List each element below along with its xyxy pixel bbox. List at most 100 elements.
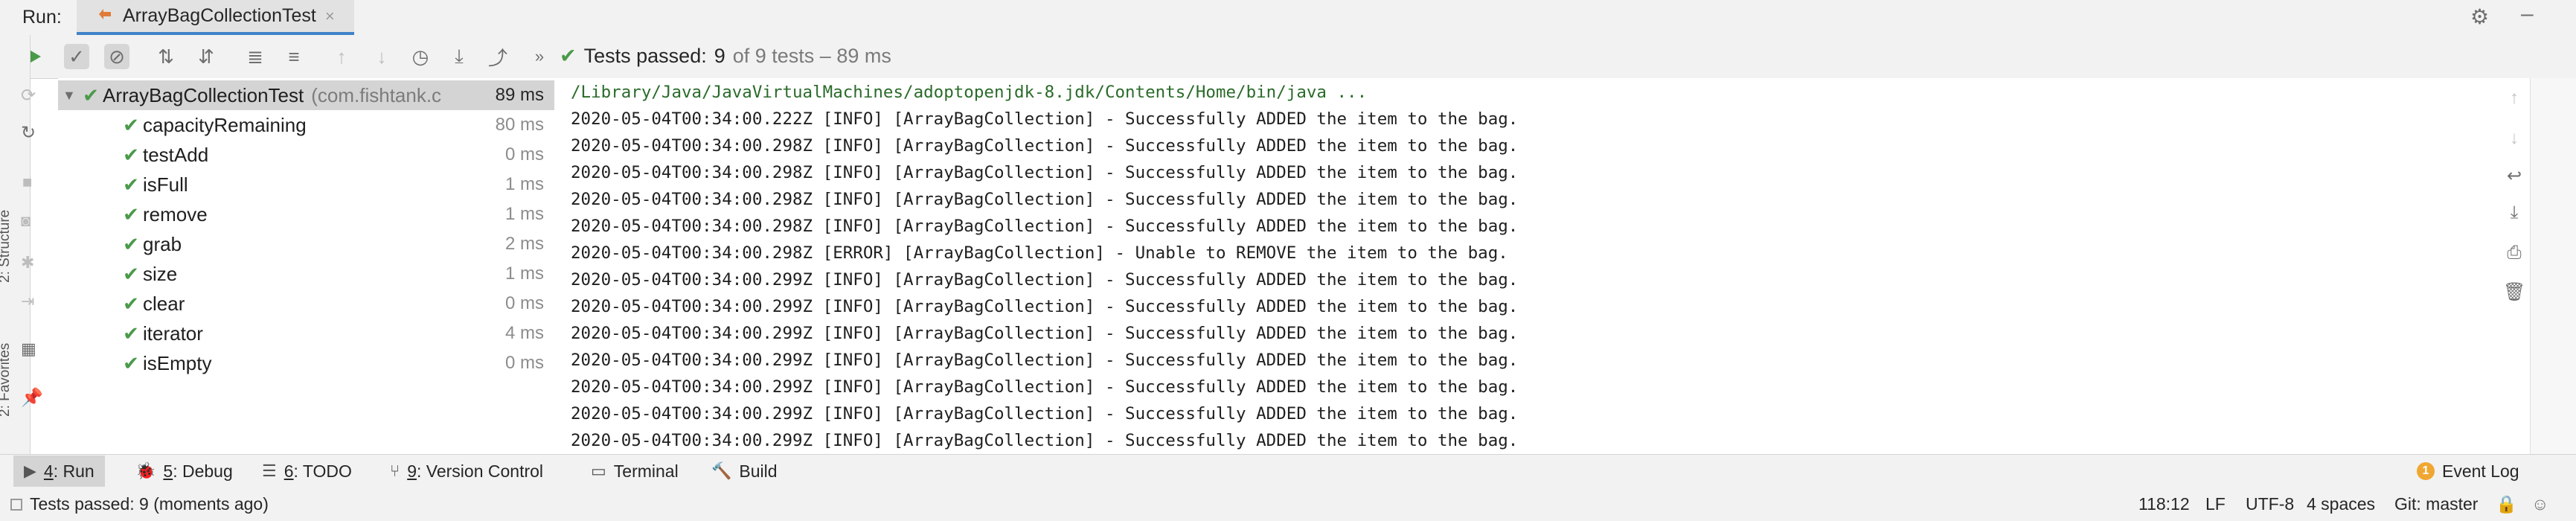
test-case-row[interactable]: ✔ grab 2 ms bbox=[58, 229, 554, 259]
show-passed-icon[interactable]: ✓ bbox=[64, 44, 89, 69]
check-icon: ✔ bbox=[560, 45, 577, 67]
console-log-line: 2020-05-04T00:34:00.299Z [INFO] [ArrayBa… bbox=[571, 431, 1519, 450]
collapse-all-icon[interactable]: ≡ bbox=[281, 44, 307, 69]
caret-position[interactable]: 118:12 bbox=[2138, 494, 2190, 514]
print-icon[interactable]: ⎙ bbox=[2503, 243, 2525, 263]
check-icon: ✔ bbox=[123, 173, 139, 196]
test-history-icon[interactable]: ◷ bbox=[408, 44, 433, 69]
minimize-icon[interactable]: – bbox=[2521, 1, 2534, 27]
clear-all-icon[interactable]: 🗑 bbox=[2503, 281, 2525, 303]
test-case-row[interactable]: ✔ iterator 4 ms bbox=[58, 319, 554, 348]
bottom-tab-version-control[interactable]: ⑂ 9: Version Control bbox=[379, 456, 554, 487]
test-case-duration: 1 ms bbox=[504, 263, 544, 284]
event-log-tab[interactable]: 1 Event Log bbox=[2417, 456, 2519, 487]
console-log-line: 2020-05-04T00:34:00.299Z [INFO] [ArrayBa… bbox=[571, 404, 1519, 423]
test-case-name: remove bbox=[143, 202, 208, 226]
todo-icon: ☰ bbox=[262, 461, 277, 480]
settings-icon[interactable]: ✱ bbox=[21, 253, 34, 272]
console-scrollbar[interactable] bbox=[2530, 78, 2576, 454]
test-class-name: ArrayBagCollectionTest bbox=[103, 83, 304, 106]
show-ignored-icon[interactable]: ⊘ bbox=[104, 44, 129, 69]
export-tests-icon[interactable]: ⤴ bbox=[485, 44, 510, 69]
lock-icon[interactable]: 🔒 bbox=[2496, 494, 2517, 514]
window-layout-icon[interactable] bbox=[10, 498, 22, 511]
gear-icon[interactable]: ⚙ bbox=[2470, 4, 2489, 29]
test-case-row[interactable]: ✔ size 1 ms bbox=[58, 259, 554, 289]
bottom-tab-todo[interactable]: ☰ 6: TODO bbox=[251, 456, 362, 487]
layout-icon[interactable]: ▦ bbox=[21, 339, 36, 359]
expand-all-icon[interactable]: ≣ bbox=[243, 44, 268, 69]
sort-by-duration-icon[interactable]: ⇵ bbox=[193, 44, 219, 69]
run-label: Run: bbox=[22, 7, 62, 28]
test-case-duration: 1 ms bbox=[504, 204, 544, 224]
status-suffix: of 9 tests – 89 ms bbox=[732, 45, 891, 67]
close-tab-icon[interactable]: × bbox=[325, 7, 335, 26]
test-case-row[interactable]: ✔ testAdd 0 ms bbox=[58, 140, 554, 170]
rerun-failed-icon[interactable]: ↻ bbox=[21, 122, 36, 144]
test-case-row[interactable]: ✔ capacityRemaining 80 ms bbox=[58, 110, 554, 140]
bottom-tab-build[interactable]: 🔨 Build bbox=[701, 456, 788, 487]
event-log-label: Event Log bbox=[2442, 461, 2519, 481]
status-count: 9 bbox=[714, 45, 725, 67]
console-log-line: 2020-05-04T00:34:00.222Z [INFO] [ArrayBa… bbox=[571, 109, 1519, 129]
bottom-tab-label: Terminal bbox=[614, 461, 679, 482]
run-config-tab-title: ArrayBagCollectionTest bbox=[123, 5, 316, 26]
test-case-row[interactable]: ✔ isFull 1 ms bbox=[58, 170, 554, 199]
scroll-to-end-icon[interactable]: ⤓ bbox=[2503, 202, 2525, 223]
test-case-row[interactable]: ✔ isEmpty 0 ms bbox=[58, 348, 554, 378]
bottom-tab-run[interactable]: ▶ 4: Run bbox=[13, 456, 105, 487]
test-case-duration: 0 ms bbox=[504, 144, 544, 164]
bottom-tab-text: : Version Control bbox=[417, 461, 544, 481]
bottom-tab-text: : Run bbox=[53, 461, 94, 481]
test-case-name: isFull bbox=[143, 173, 188, 196]
toggle-auto-test-icon[interactable]: ⟳ bbox=[21, 85, 36, 106]
file-encoding[interactable]: UTF-8 bbox=[2246, 494, 2294, 514]
test-case-row[interactable]: ✔ clear 0 ms bbox=[58, 289, 554, 319]
bottom-tab-label: 9: Version Control bbox=[407, 461, 543, 482]
test-case-row[interactable]: ✔ remove 1 ms bbox=[58, 199, 554, 229]
check-icon: ✔ bbox=[123, 113, 139, 136]
scroll-down-icon[interactable]: ↓ bbox=[2503, 128, 2525, 149]
tree-root-node[interactable]: ▼ ✔ ArrayBagCollectionTest (com.fishtank… bbox=[58, 80, 554, 110]
test-status-summary: ✔ Tests passed: 9 of 9 tests – 89 ms bbox=[560, 45, 891, 68]
console-log-line: 2020-05-04T00:34:00.299Z [INFO] [ArrayBa… bbox=[571, 377, 1519, 397]
test-class-package: (com.fishtank.c bbox=[311, 83, 442, 106]
more-actions-icon[interactable]: » bbox=[527, 44, 552, 69]
indent-setting[interactable]: 4 spaces bbox=[2307, 494, 2375, 514]
camera-icon[interactable]: ◙ bbox=[21, 211, 31, 231]
check-icon: ✔ bbox=[123, 292, 139, 315]
expand-arrow-icon[interactable]: ▼ bbox=[63, 88, 79, 103]
scroll-up-icon[interactable]: ↑ bbox=[2503, 88, 2525, 109]
version-control-icon: ⑂ bbox=[390, 461, 400, 480]
check-icon: ✔ bbox=[123, 202, 139, 226]
test-case-duration: 0 ms bbox=[504, 293, 544, 313]
console-output[interactable]: /Library/Java/JavaVirtualMachines/adopto… bbox=[554, 78, 2493, 454]
event-log-badge: 1 bbox=[2417, 462, 2435, 480]
bottom-tab-label: 5: Debug bbox=[163, 461, 232, 482]
next-failed-icon[interactable]: ↓ bbox=[369, 44, 394, 69]
test-class-duration: 89 ms bbox=[490, 85, 544, 106]
import-tests-icon[interactable]: ⤓ bbox=[446, 44, 472, 69]
bottom-tab-debug[interactable]: 🐞 5: Debug bbox=[125, 456, 243, 487]
console-log-line: 2020-05-04T00:34:00.298Z [INFO] [ArrayBa… bbox=[571, 217, 1519, 236]
stop-icon[interactable]: ■ bbox=[22, 173, 32, 192]
bottom-tab-text: : TODO bbox=[293, 461, 352, 481]
vcs-branch[interactable]: Git: master bbox=[2394, 494, 2478, 514]
test-case-name: testAdd bbox=[143, 143, 209, 166]
structure-side-tab[interactable]: 2: Structure bbox=[0, 210, 13, 283]
test-case-duration: 80 ms bbox=[495, 115, 544, 135]
line-separator[interactable]: LF bbox=[2205, 494, 2226, 514]
run-config-tab[interactable]: ArrayBagCollectionTest × bbox=[77, 0, 354, 35]
previous-failed-icon[interactable]: ↑ bbox=[329, 44, 354, 69]
inspector-icon[interactable]: ☺ bbox=[2531, 494, 2548, 514]
pin-icon[interactable]: 📌 bbox=[21, 387, 43, 409]
sort-alphabetically-icon[interactable]: ⇅ bbox=[153, 44, 179, 69]
favorites-side-tab[interactable]: 2: Favorites bbox=[0, 343, 13, 417]
test-case-name: clear bbox=[143, 292, 185, 315]
console-log-line: 2020-05-04T00:34:00.299Z [INFO] [ArrayBa… bbox=[571, 270, 1519, 290]
test-case-duration: 4 ms bbox=[504, 323, 544, 343]
soft-wrap-icon[interactable]: ↩ bbox=[2503, 165, 2525, 187]
bottom-tab-key: 5 bbox=[163, 461, 173, 481]
exit-icon[interactable]: ⇥ bbox=[21, 292, 34, 311]
bottom-tab-terminal[interactable]: ▭ Terminal bbox=[580, 456, 689, 487]
